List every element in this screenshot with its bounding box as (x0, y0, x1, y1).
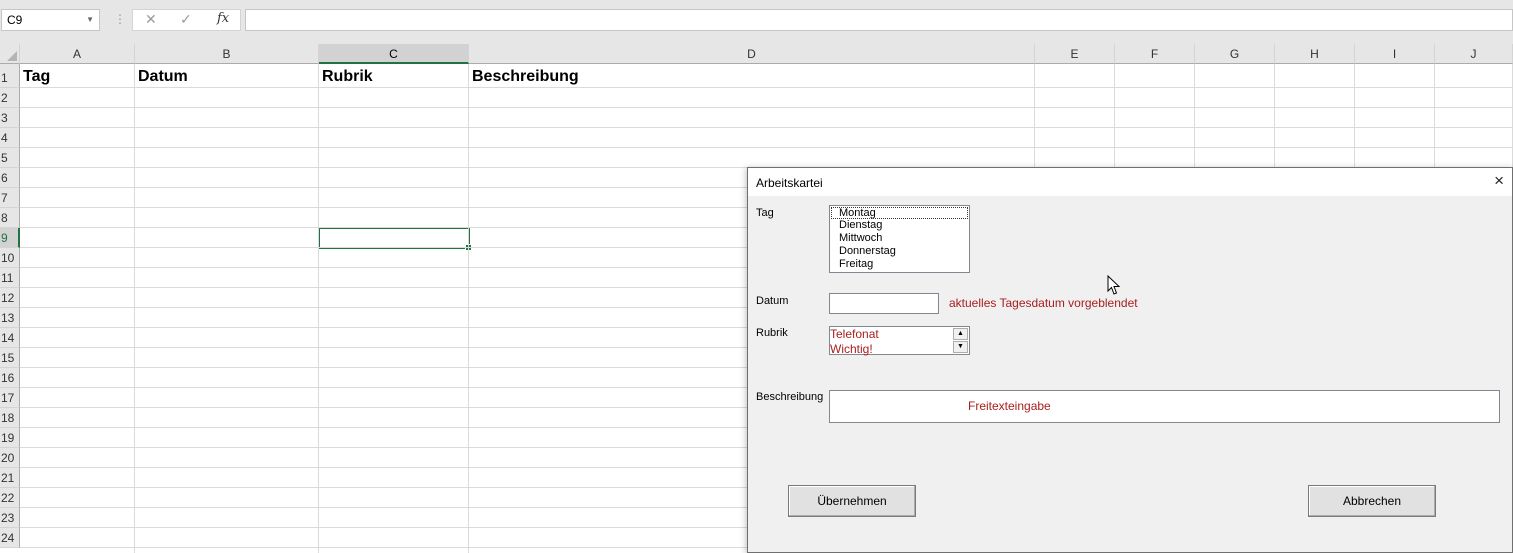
row-header-4[interactable]: 4 (0, 128, 20, 148)
row-header-8[interactable]: 8 (0, 208, 20, 228)
scroll-down-icon[interactable]: ▼ (953, 341, 968, 353)
grid-row-line (20, 87, 1513, 88)
formula-buttons: ✕ ✓ fx (132, 9, 241, 31)
row-header-5[interactable]: 5 (0, 148, 20, 168)
row-header-7[interactable]: 7 (0, 188, 20, 208)
beschreibung-hint: Freitexteingabe (968, 399, 1051, 413)
row-header-2[interactable]: 2 (0, 88, 20, 108)
grid-column-line (134, 64, 135, 553)
close-icon[interactable]: × (1494, 171, 1504, 191)
tag-listbox[interactable]: Montag Dienstag Mittwoch Donnerstag Freitag (829, 205, 970, 273)
rubrik-option[interactable]: Telefonat (830, 327, 879, 341)
row-header-6[interactable]: 6 (0, 168, 20, 188)
row-header-18[interactable]: 18 (0, 408, 20, 428)
name-box[interactable]: C9 ▼ (1, 9, 100, 31)
more-options-icon: ⋮ (114, 12, 126, 26)
datum-input[interactable] (829, 293, 939, 314)
mouse-pointer-icon (1107, 275, 1121, 295)
row-header-16[interactable]: 16 (0, 368, 20, 388)
datum-label: Datum (756, 295, 789, 307)
enter-formula-icon[interactable]: ✓ (180, 11, 192, 28)
formula-input[interactable] (245, 9, 1513, 31)
cell-b1[interactable]: Datum (135, 64, 188, 88)
column-header-b[interactable]: B (135, 44, 319, 64)
row-header-11[interactable]: 11 (0, 268, 20, 288)
grid-row-line (20, 147, 1513, 148)
column-header-h[interactable]: H (1275, 44, 1355, 64)
column-header-a[interactable]: A (20, 44, 135, 64)
row-header-23[interactable]: 23 (0, 508, 20, 528)
column-header-c[interactable]: C (319, 44, 469, 64)
cell-a1[interactable]: Tag (20, 64, 50, 88)
row-header-15[interactable]: 15 (0, 348, 20, 368)
tag-option[interactable]: Freitag (830, 258, 969, 271)
tag-label: Tag (756, 207, 774, 219)
name-box-value: C9 (7, 13, 23, 27)
cell-d1[interactable]: Beschreibung (469, 64, 579, 88)
row-header-13[interactable]: 13 (0, 308, 20, 328)
column-header-e[interactable]: E (1035, 44, 1115, 64)
cancel-formula-icon[interactable]: ✕ (145, 11, 157, 28)
tag-option[interactable]: Dienstag (830, 219, 969, 232)
row-header-19[interactable]: 19 (0, 428, 20, 448)
row-header-20[interactable]: 20 (0, 448, 20, 468)
ubernehmen-button[interactable]: Übernehmen (788, 485, 916, 517)
row-header-3[interactable]: 3 (0, 108, 20, 128)
datum-hint: aktuelles Tagesdatum vorgeblendet (949, 296, 1138, 310)
beschreibung-label: Beschreibung (756, 391, 824, 403)
grid-column-line (318, 64, 319, 553)
formula-bar: C9 ▼ ⋮ ✕ ✓ fx (0, 0, 1513, 44)
tag-option[interactable]: Montag (831, 207, 968, 219)
row-header-22[interactable]: 22 (0, 488, 20, 508)
tag-option[interactable]: Donnerstag (830, 245, 969, 258)
row-header-24[interactable]: 24 (0, 528, 20, 548)
tag-option[interactable]: Mittwoch (830, 232, 969, 245)
abbrechen-button[interactable]: Abbrechen (1308, 485, 1436, 517)
row-header-12[interactable]: 12 (0, 288, 20, 308)
column-header-i[interactable]: I (1355, 44, 1435, 64)
row-header-21[interactable]: 21 (0, 468, 20, 488)
chevron-down-icon[interactable]: ▼ (86, 10, 94, 30)
row-header-14[interactable]: 14 (0, 328, 20, 348)
beschreibung-input[interactable]: Freitexteingabe (829, 390, 1500, 423)
column-header-d[interactable]: D (469, 44, 1035, 64)
grid-column-line (468, 64, 469, 553)
column-header-g[interactable]: G (1195, 44, 1275, 64)
grid-row-line (20, 127, 1513, 128)
row-header-10[interactable]: 10 (0, 248, 20, 268)
rubrik-label: Rubrik (756, 327, 788, 339)
select-all-corner[interactable] (0, 44, 20, 64)
row-header-17[interactable]: 17 (0, 388, 20, 408)
insert-function-icon[interactable]: fx (217, 11, 229, 26)
cell-c1[interactable]: Rubrik (319, 64, 373, 88)
rubrik-listbox[interactable]: Telefonat Wichtig! ▲ ▼ (829, 326, 970, 356)
column-header-f[interactable]: F (1115, 44, 1195, 64)
scroll-up-icon[interactable]: ▲ (953, 328, 968, 340)
rubrik-option[interactable]: Wichtig! (830, 342, 873, 356)
dialog-title: Arbeitskartei (756, 176, 823, 190)
grid-row-line (20, 107, 1513, 108)
row-header-9[interactable]: 9 (0, 228, 20, 248)
row-header-1[interactable]: 1 (0, 64, 20, 88)
active-cell-selection[interactable] (318, 227, 472, 251)
dialog-title-bar[interactable]: Arbeitskartei × (748, 168, 1512, 196)
column-header-j[interactable]: J (1435, 44, 1513, 64)
arbeitskartei-dialog: Arbeitskartei × Tag Montag Dienstag Mittwo… (747, 167, 1513, 553)
